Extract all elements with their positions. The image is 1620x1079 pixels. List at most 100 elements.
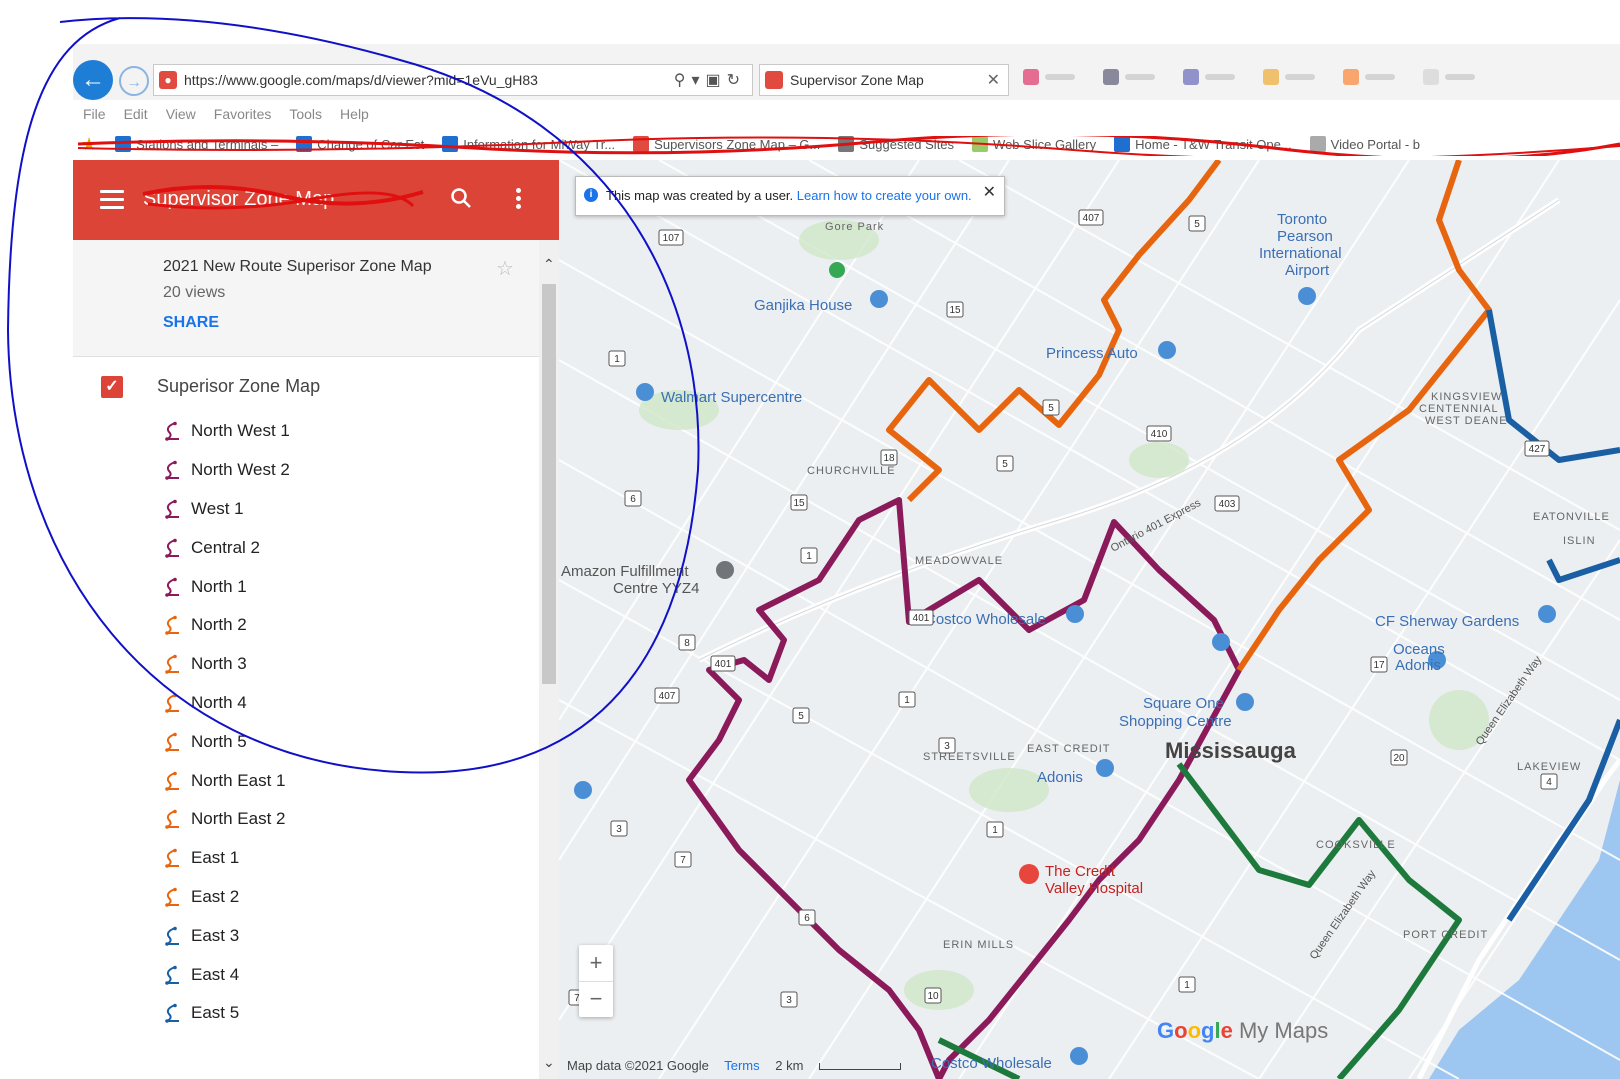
- chevron-down-icon[interactable]: ⌄: [543, 1054, 555, 1071]
- more-options-icon[interactable]: [513, 188, 523, 212]
- shopping-pin-icon: [1212, 633, 1230, 651]
- share-button[interactable]: SHARE: [163, 314, 219, 332]
- route-item[interactable]: East 3: [163, 916, 290, 955]
- menu-icon[interactable]: [100, 190, 124, 210]
- route-label: North West 1: [191, 421, 290, 441]
- route-label: Central 2: [191, 537, 260, 557]
- route-item[interactable]: North East 2: [163, 800, 290, 839]
- back-button[interactable]: ←: [73, 60, 113, 100]
- dropdown-icon[interactable]: ▾: [691, 72, 705, 89]
- route-line-icon: [165, 422, 179, 442]
- route-item[interactable]: North West 1: [163, 412, 290, 451]
- highway-number: 18: [883, 453, 895, 464]
- route-item[interactable]: East 4: [163, 955, 290, 994]
- tab-inactive[interactable]: [1023, 69, 1075, 85]
- close-icon[interactable]: ✕: [983, 182, 996, 202]
- favorite-link[interactable]: Home - T&W Transit Ope...: [1114, 136, 1292, 152]
- menu-file[interactable]: File: [83, 106, 106, 122]
- place-pin-icon: [716, 561, 734, 579]
- learn-more-link[interactable]: Learn how to create your own.: [797, 188, 972, 203]
- route-item[interactable]: North 5: [163, 722, 290, 761]
- favorite-link[interactable]: Video Portal - b: [1309, 136, 1420, 152]
- highway-number: 407: [659, 691, 676, 702]
- forward-arrow-icon: →: [126, 74, 142, 91]
- address-url[interactable]: https://www.google.com/maps/d/viewer?mid…: [184, 72, 538, 88]
- tab-active[interactable]: Supervisor Zone Map ✕: [759, 64, 1009, 96]
- terms-link[interactable]: Terms: [724, 1058, 759, 1073]
- favorite-link[interactable]: Stations and Terminals –: [115, 136, 278, 152]
- route-line-icon: [165, 616, 179, 636]
- address-bar[interactable]: ● https://www.google.com/maps/d/viewer?m…: [153, 64, 753, 96]
- route-list: North West 1 North West 2 West 1 Central 2 N…: [163, 412, 290, 1033]
- highway-number: 10: [927, 991, 939, 1002]
- favorite-link[interactable]: Suggested Sites: [838, 136, 954, 152]
- highway-number: 3: [944, 741, 950, 752]
- attribution-text: Map data ©2021 Google: [567, 1058, 709, 1073]
- map-canvas[interactable]: Ganjika House Princess Auto Walmart Supe…: [559, 160, 1620, 1079]
- chevron-up-icon[interactable]: ⌃: [543, 256, 555, 273]
- tab-inactive[interactable]: [1263, 69, 1315, 85]
- tab-favicon-icon: [1183, 69, 1199, 85]
- map-label: PORT CREDIT: [1403, 929, 1488, 941]
- shopping-pin-icon: [1538, 605, 1556, 623]
- route-item[interactable]: North 3: [163, 645, 290, 684]
- route-item[interactable]: Central 2: [163, 528, 290, 567]
- map-label: Adonis: [1037, 769, 1083, 786]
- route-item[interactable]: North East 1: [163, 761, 290, 800]
- map-pin-icon: ●: [159, 71, 177, 89]
- zoom-out-button[interactable]: −: [579, 981, 613, 1017]
- tab-inactive[interactable]: [1423, 69, 1475, 85]
- tab-inactive[interactable]: [1343, 69, 1395, 85]
- tab-favicon-icon: [1023, 69, 1039, 85]
- map-label: Adonis: [1395, 657, 1441, 674]
- favorite-link[interactable]: Web Slice Gallery: [972, 136, 1096, 152]
- highway-number: 20: [1393, 753, 1405, 764]
- menu-tools[interactable]: Tools: [289, 106, 322, 122]
- info-icon: i: [584, 188, 598, 202]
- route-item[interactable]: North 2: [163, 606, 290, 645]
- layer-checkbox[interactable]: ✓: [101, 376, 123, 398]
- scroll-thumb[interactable]: [542, 284, 556, 684]
- favorites-star-icon[interactable]: ★: [81, 134, 97, 155]
- close-icon[interactable]: ✕: [987, 70, 1000, 90]
- favorite-link[interactable]: Information for MiWay Tr...: [442, 136, 615, 152]
- route-item[interactable]: East 1: [163, 839, 290, 878]
- favorite-link[interactable]: Supervisors Zone Map – G...: [633, 136, 820, 152]
- highway-number: 7: [680, 855, 686, 866]
- map-label: Costco Wholesale: [931, 1055, 1052, 1072]
- park-pin-icon: [829, 262, 845, 278]
- route-item[interactable]: West 1: [163, 490, 290, 529]
- search-icon[interactable]: [449, 186, 473, 210]
- redaction-scribble: [142, 185, 424, 210]
- shopping-pin-icon: [636, 383, 654, 401]
- menu-view[interactable]: View: [166, 106, 196, 122]
- highway-number: 1: [904, 695, 910, 706]
- layer-row[interactable]: ✓ Superisor Zone Map: [101, 368, 531, 404]
- menu-edit[interactable]: Edit: [124, 106, 148, 122]
- route-item[interactable]: East 2: [163, 878, 290, 917]
- star-icon[interactable]: ☆: [496, 256, 514, 281]
- refresh-icon[interactable]: ↻: [727, 72, 746, 89]
- route-item[interactable]: North 4: [163, 684, 290, 723]
- map-label: MEADOWVALE: [915, 555, 1003, 567]
- tab-inactive[interactable]: [1183, 69, 1235, 85]
- scale-bar: [819, 1063, 902, 1071]
- panel-scrollbar[interactable]: ⌃ ⌄: [539, 240, 559, 1079]
- route-item[interactable]: East 5: [163, 994, 290, 1033]
- menu-help[interactable]: Help: [340, 106, 369, 122]
- page-icon: [1114, 136, 1131, 152]
- shopping-pin-icon: [870, 290, 888, 308]
- page-icon: [115, 136, 132, 152]
- route-item[interactable]: North West 2: [163, 451, 290, 490]
- shopping-pin-icon: [1066, 605, 1084, 623]
- zoom-in-button[interactable]: +: [579, 945, 613, 982]
- highway-number: 403: [1219, 499, 1236, 510]
- route-item[interactable]: North 1: [163, 567, 290, 606]
- route-line-icon: [165, 810, 179, 830]
- search-icon[interactable]: ⚲: [674, 72, 692, 89]
- tab-inactive[interactable]: [1103, 69, 1155, 85]
- favorite-link[interactable]: Change of Car Est: [296, 136, 424, 152]
- menu-favorites[interactable]: Favorites: [214, 106, 272, 122]
- map-label: KINGSVIEW: [1431, 391, 1502, 403]
- forward-button[interactable]: →: [119, 66, 149, 96]
